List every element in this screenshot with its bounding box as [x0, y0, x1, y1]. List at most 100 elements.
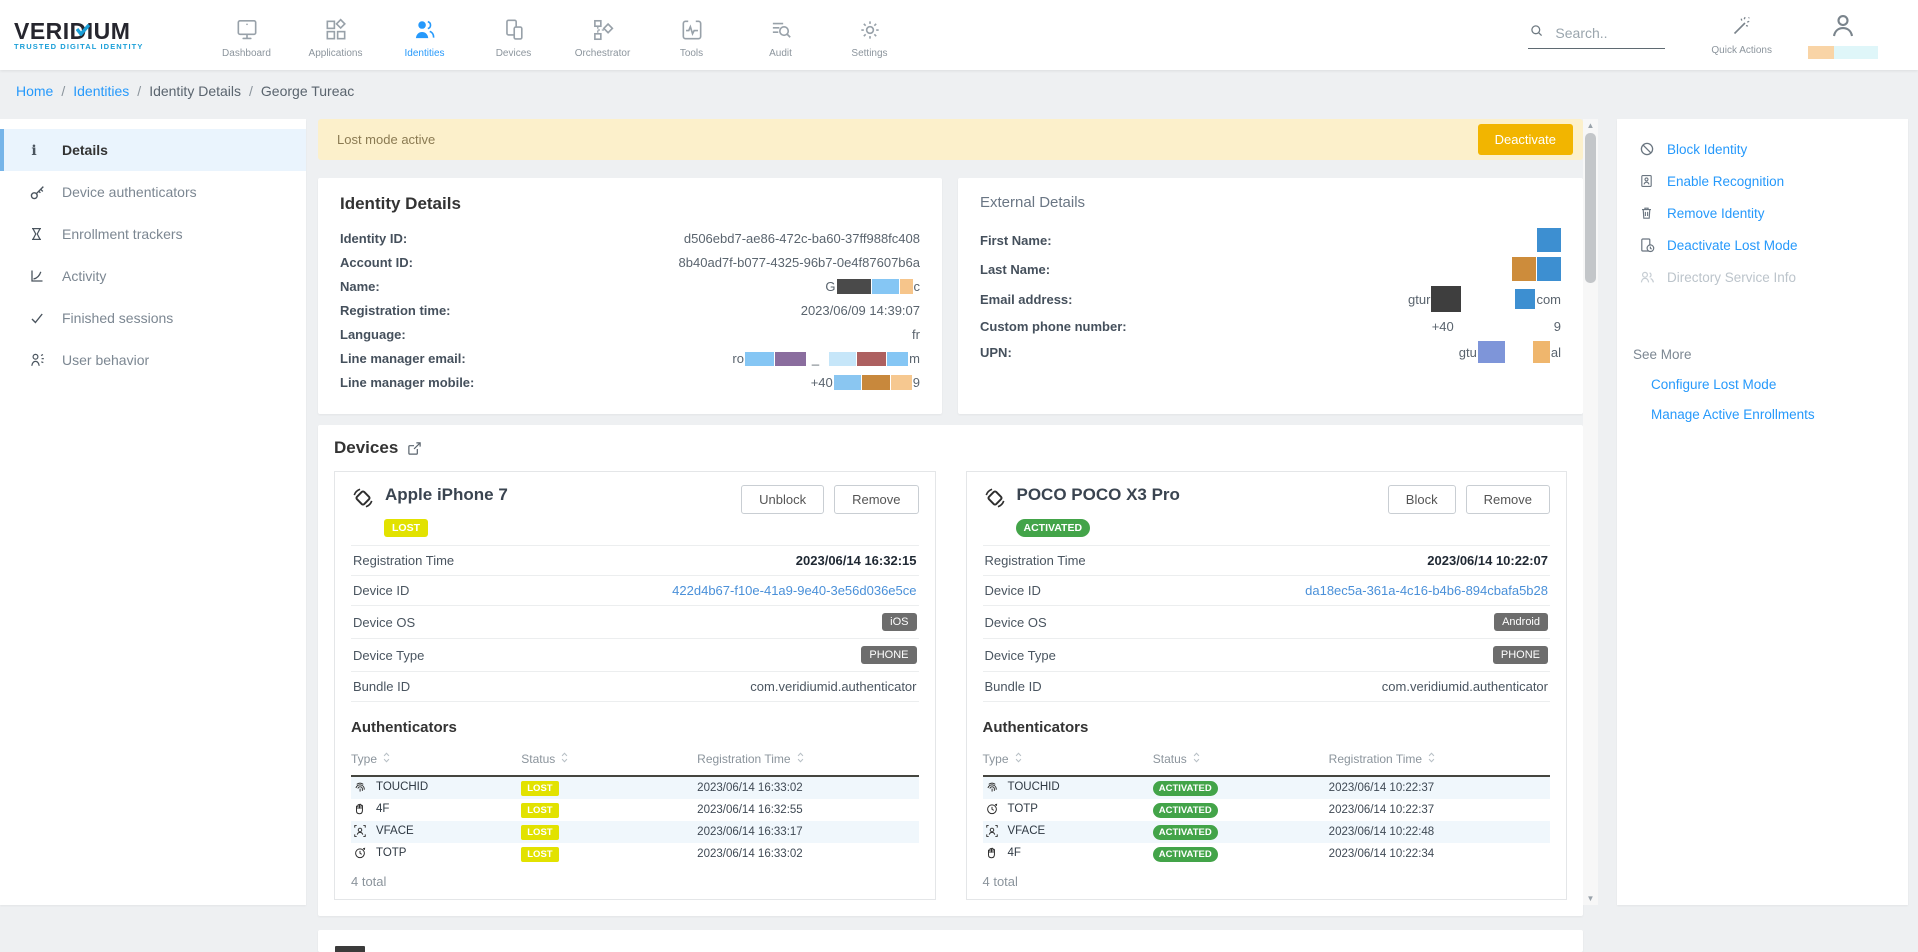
device-name: Apple iPhone 7	[385, 485, 508, 505]
authenticator-status-badge: LOST	[521, 847, 558, 862]
sidebar-item-enrollment-trackers[interactable]: Enrollment trackers	[0, 213, 306, 255]
nav-item-orchestrator[interactable]: Orchestrator	[558, 11, 647, 59]
authenticator-row: 4FLOST2023/06/14 16:32:55	[351, 799, 919, 821]
authenticator-type-label: TOUCHID	[376, 781, 428, 793]
breadcrumb-item-george-tureac: George Tureac	[261, 83, 354, 99]
detail-value-text: +40	[1432, 319, 1454, 334]
detail-label: UPN:	[980, 345, 1195, 360]
action-label: Block Identity	[1667, 142, 1747, 157]
action-enable-recognition[interactable]: Enable Recognition	[1617, 165, 1908, 197]
detail-value-text: com	[1536, 292, 1561, 307]
detail-value	[1195, 257, 1561, 281]
remove-button[interactable]: Remove	[1466, 485, 1550, 514]
magic-wand-icon	[1730, 14, 1754, 41]
detail-value: +409	[555, 375, 920, 390]
device-field-row: Device ID da18ec5a-361a-4c16-b4b6-894cbaf…	[983, 576, 1551, 606]
action-deactivate-lost-mode[interactable]: Deactivate Lost Mode	[1617, 229, 1908, 261]
action-block-identity[interactable]: Block Identity	[1617, 133, 1908, 165]
svg-text:i: i	[31, 143, 36, 158]
external-details-rows: First Name:Last Name:Email address:gturc…	[980, 228, 1561, 363]
authenticators-table: TypeStatusRegistration TimeTOUCHIDACTIVA…	[983, 744, 1551, 865]
sidebar-item-details[interactable]: iDetails	[0, 129, 306, 171]
nav-item-identities[interactable]: Identities	[380, 11, 469, 59]
authenticator-row: VFACEACTIVATED2023/06/14 10:22:48	[983, 821, 1551, 843]
sidebar-item-activity[interactable]: Activity	[0, 255, 306, 297]
user-menu[interactable]	[1808, 11, 1878, 59]
device-field-badge: PHONE	[861, 646, 916, 664]
device-id-link[interactable]: 422d4b67-f10e-41a9-9e40-3e56d036e5ce	[672, 583, 916, 598]
authenticator-registration-time: 2023/06/14 16:33:02	[697, 843, 918, 865]
column-header-registration-time[interactable]: Registration Time	[1329, 744, 1550, 776]
sort-icon	[1014, 751, 1023, 767]
nav-item-settings[interactable]: Settings	[825, 11, 914, 59]
sidebar-item-user-behavior[interactable]: User behavior	[0, 339, 306, 381]
details-row: Identity Details Identity ID:d506ebd7-ae…	[318, 178, 1583, 414]
search-box[interactable]	[1528, 22, 1665, 49]
device-id-link[interactable]: da18ec5a-361a-4c16-b4b6-894cbafa5b28	[1305, 583, 1548, 598]
action-remove-identity[interactable]: Remove Identity	[1617, 197, 1908, 229]
sidebar-item-device-authenticators[interactable]: Device authenticators	[0, 171, 306, 213]
activity-icon	[29, 268, 47, 284]
search-input[interactable]	[1553, 24, 1665, 42]
authenticator-type-label: TOTP	[376, 847, 406, 859]
breadcrumb-item-identity-details: Identity Details	[149, 83, 241, 99]
remove-button[interactable]: Remove	[834, 485, 918, 514]
nav-item-dashboard[interactable]: Dashboard	[202, 11, 291, 59]
redacted-block	[891, 375, 912, 390]
quick-actions-button[interactable]: Quick Actions	[1711, 14, 1772, 56]
column-header-type[interactable]: Type	[351, 744, 521, 776]
nav-item-devices[interactable]: Devices	[469, 11, 558, 59]
sort-icon	[1427, 751, 1436, 767]
breadcrumb: Home/Identities/Identity Details/George …	[0, 70, 1918, 112]
unblock-button[interactable]: Unblock	[741, 485, 824, 514]
sidebar-item-finished-sessions[interactable]: Finished sessions	[0, 297, 306, 339]
scroll-up-arrow[interactable]: ▲	[1583, 119, 1598, 132]
authenticator-registration-time: 2023/06/14 10:22:37	[1329, 799, 1550, 821]
authenticator-status-badge: ACTIVATED	[1153, 847, 1218, 862]
nav-item-audit[interactable]: Audit	[736, 11, 825, 59]
authenticator-row: 4FACTIVATED2023/06/14 10:22:34	[983, 843, 1551, 865]
column-header-label: Registration Time	[697, 752, 790, 766]
breadcrumb-item-home[interactable]: Home	[16, 83, 53, 99]
column-header-registration-time[interactable]: Registration Time	[697, 744, 918, 776]
block-button[interactable]: Block	[1388, 485, 1456, 514]
breadcrumb-item-identities[interactable]: Identities	[73, 83, 129, 99]
brand-logo[interactable]: VERIDIUM TRUSTED DIGITAL IDENTITY	[0, 20, 184, 51]
detail-row: Line manager mobile:+409	[340, 373, 920, 392]
authenticator-type-label: VFACE	[376, 825, 414, 837]
deactivate-button[interactable]: Deactivate	[1478, 124, 1573, 155]
device-field-row: Device OSiOS	[351, 606, 919, 639]
detail-value-text: m	[909, 351, 920, 366]
authenticator-status-badge: LOST	[521, 825, 558, 840]
main-scrollbar: ▲ ▼	[1583, 119, 1598, 905]
detail-row: UPN:gtual	[980, 341, 1561, 363]
scrollbar-thumb[interactable]	[1585, 133, 1596, 283]
detail-label: Identity ID:	[340, 231, 555, 246]
detail-value-text: d506ebd7-ae86-472c-ba60-37ff988fc408	[684, 231, 920, 246]
redacted-block	[1533, 341, 1550, 363]
device-field-label: Device ID	[985, 583, 1041, 598]
device-field-row: Device TypePHONE	[351, 639, 919, 672]
detail-value-text: gtur	[1408, 292, 1430, 307]
device-card-header: POCO POCO X3 ProBlockRemove	[983, 485, 1551, 514]
detail-row: Language:fr	[340, 325, 920, 344]
device-diamond-icon	[983, 486, 1007, 513]
authenticator-status-badge: ACTIVATED	[1153, 781, 1218, 796]
device-field-row: Bundle IDcom.veridiumid.authenticator	[983, 672, 1551, 702]
device-field-value: 2023/06/14 16:32:15	[796, 553, 917, 568]
search-icon	[1528, 22, 1545, 42]
column-header-status[interactable]: Status	[521, 744, 697, 776]
device-field-label: Device OS	[985, 615, 1047, 630]
nav-item-tools[interactable]: Tools	[647, 11, 736, 59]
link-configure-lost-mode[interactable]: Configure Lost Mode	[1617, 377, 1908, 392]
sort-icon	[382, 751, 391, 767]
column-header-type[interactable]: Type	[983, 744, 1153, 776]
fingerprint-icon	[985, 780, 999, 794]
nav-item-applications[interactable]: Applications	[291, 11, 380, 59]
link-manage-active-enrollments[interactable]: Manage Active Enrollments	[1617, 407, 1908, 422]
scroll-down-arrow[interactable]: ▼	[1583, 892, 1598, 905]
detail-row: Name:Gc	[340, 277, 920, 296]
detail-label: Line manager mobile:	[340, 375, 555, 390]
external-link-icon[interactable]	[407, 441, 422, 456]
column-header-status[interactable]: Status	[1153, 744, 1329, 776]
